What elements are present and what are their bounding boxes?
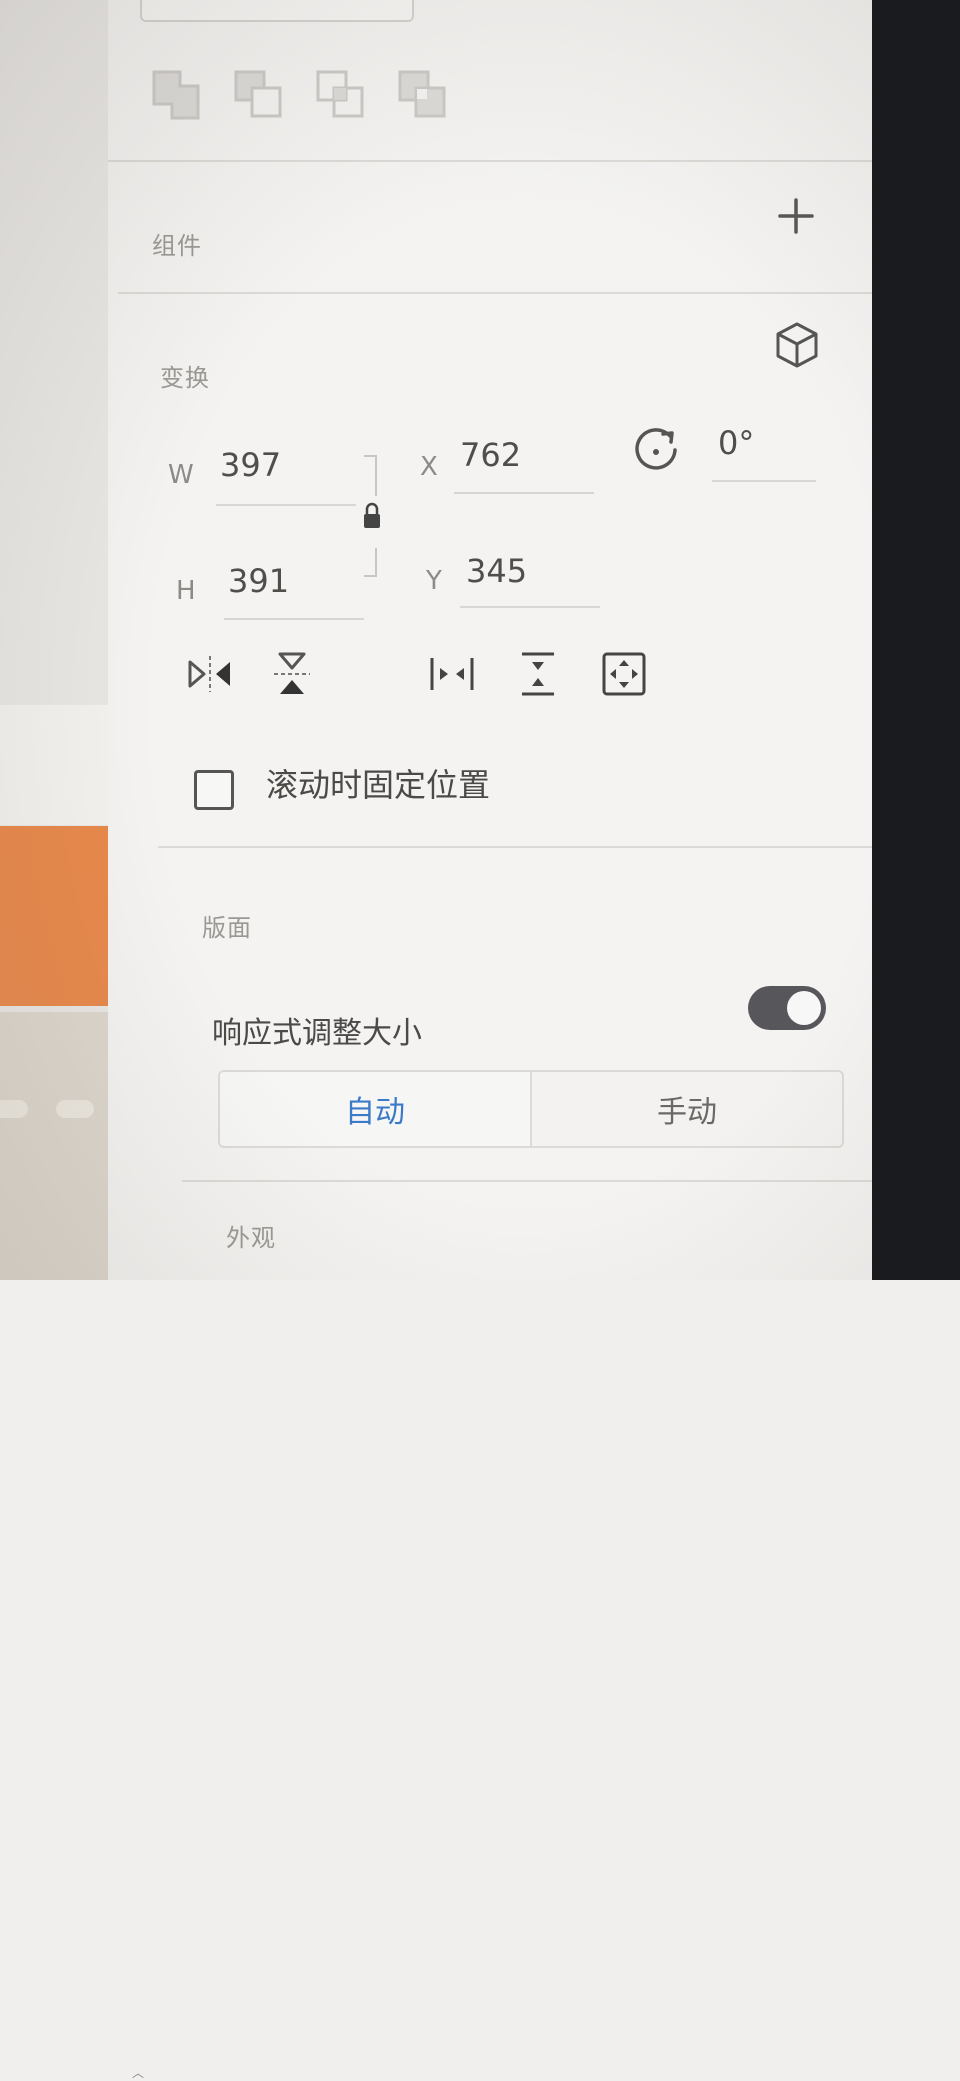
- rotate-icon: [630, 424, 682, 476]
- union-icon[interactable]: [150, 68, 204, 122]
- x-field[interactable]: 762: [460, 436, 521, 474]
- toggle-knob: [787, 991, 821, 1025]
- resize-mode-segmented-control: 自动 手动: [218, 1070, 844, 1148]
- chevron-up-icon: ︿: [132, 2066, 145, 2080]
- y-underline: [460, 606, 600, 608]
- flip-horizontal-icon[interactable]: [186, 650, 234, 698]
- distribute-vertical-icon[interactable]: [514, 650, 562, 698]
- section-divider: [108, 160, 872, 162]
- fix-on-scroll-checkbox[interactable]: [194, 770, 234, 810]
- canvas-chip[interactable]: [0, 1100, 28, 1118]
- rotation-underline: [712, 480, 816, 482]
- lock-icon[interactable]: [360, 452, 380, 580]
- responsive-resize-label: 响应式调整大小: [212, 1016, 422, 1051]
- canvas-chip[interactable]: [56, 1100, 94, 1118]
- subtract-icon[interactable]: [232, 68, 286, 122]
- monitor-bezel: [872, 0, 960, 1280]
- responsive-resize-toggle[interactable]: [748, 986, 826, 1030]
- height-label: H: [176, 576, 196, 606]
- x-label: X: [420, 452, 438, 482]
- section-divider: [158, 846, 872, 848]
- section-title-transform: 变换: [160, 364, 210, 392]
- width-underline: [216, 504, 356, 506]
- plus-icon[interactable]: [776, 196, 816, 236]
- intersect-icon[interactable]: [314, 68, 368, 122]
- exclude-icon[interactable]: [396, 68, 450, 122]
- fix-on-scroll-label: 滚动时固定位置: [266, 766, 491, 804]
- section-divider: [182, 1180, 872, 1182]
- cube-icon[interactable]: [772, 320, 822, 370]
- rotation-field[interactable]: 0°: [718, 424, 754, 462]
- section-title-layout: 版面: [202, 914, 252, 942]
- distribute-horizontal-icon[interactable]: [428, 650, 476, 698]
- flip-vertical-icon[interactable]: [268, 650, 316, 698]
- height-underline: [224, 618, 364, 620]
- height-field[interactable]: 391: [228, 562, 289, 600]
- width-field[interactable]: 397: [220, 446, 281, 484]
- section-title-component: 组件: [152, 232, 202, 260]
- x-underline: [454, 492, 594, 494]
- section-divider: [118, 292, 872, 294]
- width-label: W: [168, 460, 194, 490]
- section-title-appearance: 外观: [226, 1224, 276, 1252]
- resize-mode-manual-button[interactable]: 手动: [530, 1072, 842, 1146]
- fit-to-screen-icon[interactable]: [600, 650, 648, 698]
- y-label: Y: [426, 566, 442, 596]
- resize-mode-auto-button[interactable]: 自动: [220, 1072, 530, 1146]
- top-control-partial[interactable]: [140, 0, 414, 22]
- y-field[interactable]: 345: [466, 552, 527, 590]
